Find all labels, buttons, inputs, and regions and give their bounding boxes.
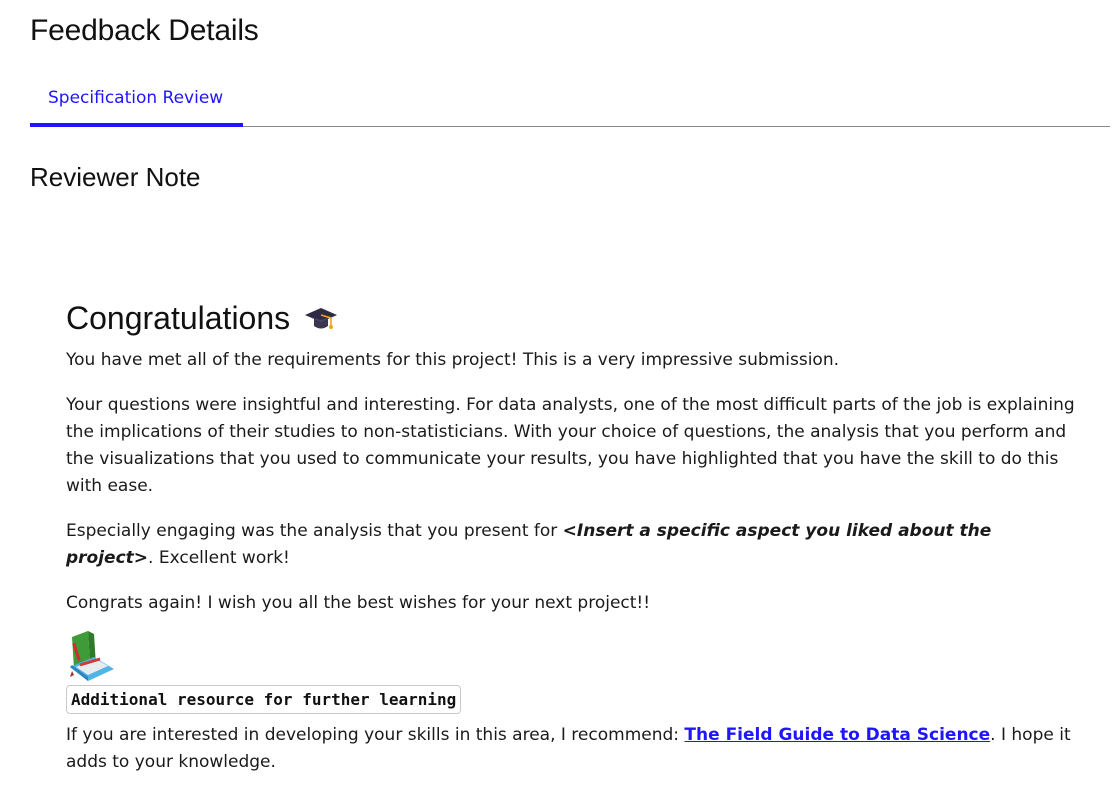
graduation-cap-icon (304, 304, 338, 334)
tab-label: Specification Review (48, 88, 224, 108)
paragraph-text: If you are interested in developing your… (66, 725, 685, 745)
paragraph-text: . Excellent work! (148, 548, 290, 568)
note-paragraph: Your questions were insightful and inter… (66, 395, 1075, 496)
field-guide-link[interactable]: The Field Guide to Data Science (684, 725, 990, 745)
paragraph-text: Especially engaging was the analysis tha… (66, 521, 563, 541)
note-paragraph: You have met all of the requirements for… (66, 350, 840, 370)
note-heading: Congratulations (66, 300, 291, 336)
reviewer-note: Congratulations You have met all of the … (66, 300, 1076, 794)
note-heading-row: Congratulations (66, 300, 1076, 337)
tab-specification-review[interactable]: Specification Review (30, 78, 243, 127)
tab-bar: Specification Review (30, 78, 1110, 127)
books-icon (66, 629, 118, 683)
resource-badge: Additional resource for further learning (66, 685, 462, 714)
section-title: Reviewer Note (30, 162, 201, 192)
note-paragraph: Congrats again! I wish you all the best … (66, 593, 651, 613)
resource-paragraph: If you are interested in developing your… (66, 722, 1076, 776)
page-title: Feedback Details (30, 14, 259, 47)
note-paragraph: Especially engaging was the analysis tha… (66, 518, 1076, 572)
